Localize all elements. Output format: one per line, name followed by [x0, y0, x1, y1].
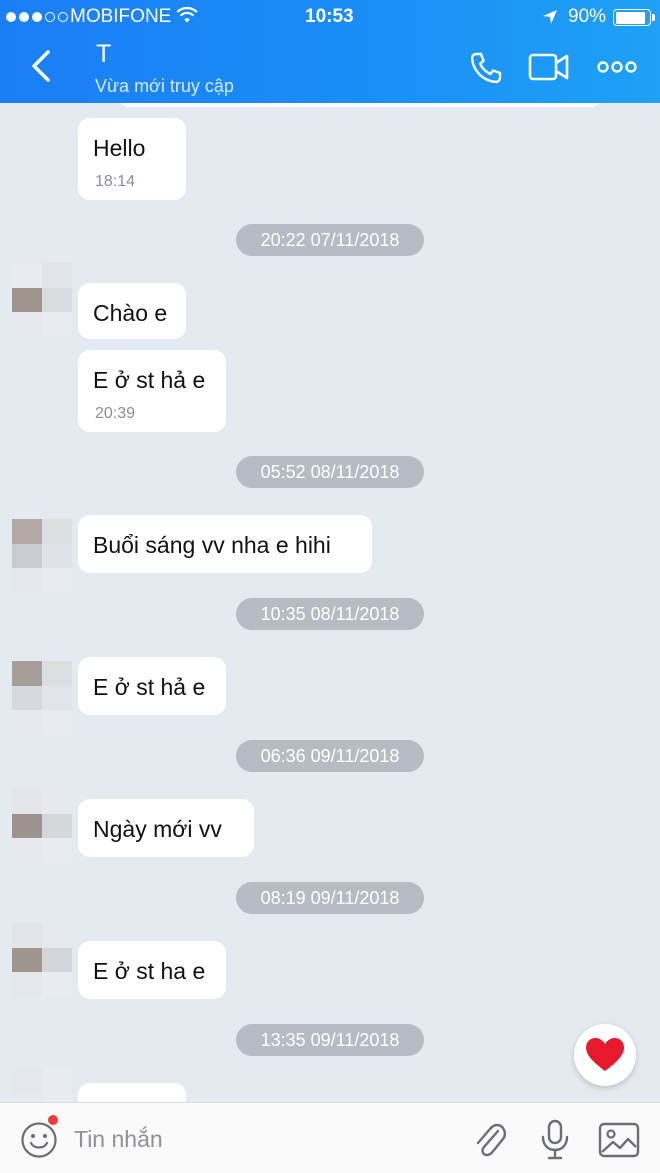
voice-call-button[interactable] [468, 50, 504, 86]
message-bubble[interactable]: E ở st hả e [78, 657, 226, 715]
message-bubble[interactable]: E ở st hả e 20:39 [78, 350, 226, 432]
message-text: Ngày mới vv [93, 816, 222, 842]
date-separator: 13:35 09/11/2018 [236, 1024, 424, 1056]
message-text: Chào e [93, 300, 168, 326]
heart-icon [586, 1038, 624, 1071]
avatar [12, 923, 72, 997]
video-call-button[interactable] [528, 50, 570, 84]
message-text: E ở st ha e [93, 958, 206, 984]
emoji-icon [21, 1122, 57, 1158]
wifi-icon [176, 6, 198, 30]
message-bubble[interactable]: Buổi sáng vv nha e hihi [78, 515, 372, 573]
message-input[interactable] [74, 1119, 454, 1159]
chat-header: MOBIFONE 10:53 90% T Vừa mới truy cập [0, 0, 660, 103]
more-options-button[interactable] [596, 56, 638, 78]
message-bubble[interactable]: E ở st ha e [78, 941, 226, 999]
back-button[interactable] [26, 46, 58, 86]
phone-icon [470, 52, 502, 84]
signal-strength-icon [6, 12, 68, 22]
message-text: E ở st hả e [93, 367, 206, 393]
date-separator: 20:22 07/11/2018 [236, 224, 424, 256]
message-text: Buổi sáng vv nha e hihi [93, 532, 331, 558]
message-bubble[interactable]: Hello 18:14 [78, 118, 186, 200]
message-time: 20:39 [95, 405, 136, 422]
contact-name[interactable]: T [96, 40, 111, 69]
location-arrow-icon [542, 9, 558, 31]
heart-reaction-button[interactable] [574, 1024, 636, 1086]
battery-percentage: 90% [568, 6, 607, 27]
video-camera-icon [528, 53, 569, 81]
message-text: E ở st hả e [93, 674, 206, 700]
partial-message-bubble [120, 103, 600, 107]
message-time: 18:14 [95, 173, 136, 190]
date-separator: 10:35 08/11/2018 [236, 598, 424, 630]
send-image-button[interactable] [598, 1122, 640, 1158]
emoji-button[interactable] [20, 1121, 58, 1159]
avatar [12, 789, 72, 863]
date-separator: 06:36 09/11/2018 [236, 740, 424, 772]
message-bubble-partial[interactable] [78, 1083, 186, 1102]
date-separator: 08:19 09/11/2018 [236, 882, 424, 914]
avatar [12, 519, 72, 593]
image-icon [598, 1122, 640, 1158]
notification-dot [48, 1115, 58, 1125]
contact-status: Vừa mới truy cập [95, 76, 234, 96]
date-separator: 05:52 08/11/2018 [236, 456, 424, 488]
avatar [12, 661, 72, 735]
carrier-name: MOBIFONE [70, 6, 172, 27]
message-text: Hello [93, 135, 146, 161]
voice-record-button[interactable] [540, 1119, 570, 1161]
paperclip-icon [476, 1123, 506, 1157]
status-bar: MOBIFONE 10:53 90% [0, 0, 660, 34]
microphone-icon [541, 1119, 569, 1160]
avatar [12, 263, 72, 337]
more-dots-icon [597, 61, 637, 73]
message-bubble[interactable]: Chào e [78, 283, 186, 339]
attach-button[interactable] [472, 1119, 508, 1161]
status-time: 10:53 [305, 6, 354, 27]
message-bubble[interactable]: Ngày mới vv [78, 799, 254, 857]
back-chevron-icon [32, 50, 50, 82]
battery-icon [613, 9, 655, 26]
message-input-bar [0, 1102, 660, 1173]
message-list[interactable]: Hello 18:14 20:22 07/11/2018 Chào e E ở … [0, 103, 660, 1102]
avatar [12, 1069, 72, 1102]
